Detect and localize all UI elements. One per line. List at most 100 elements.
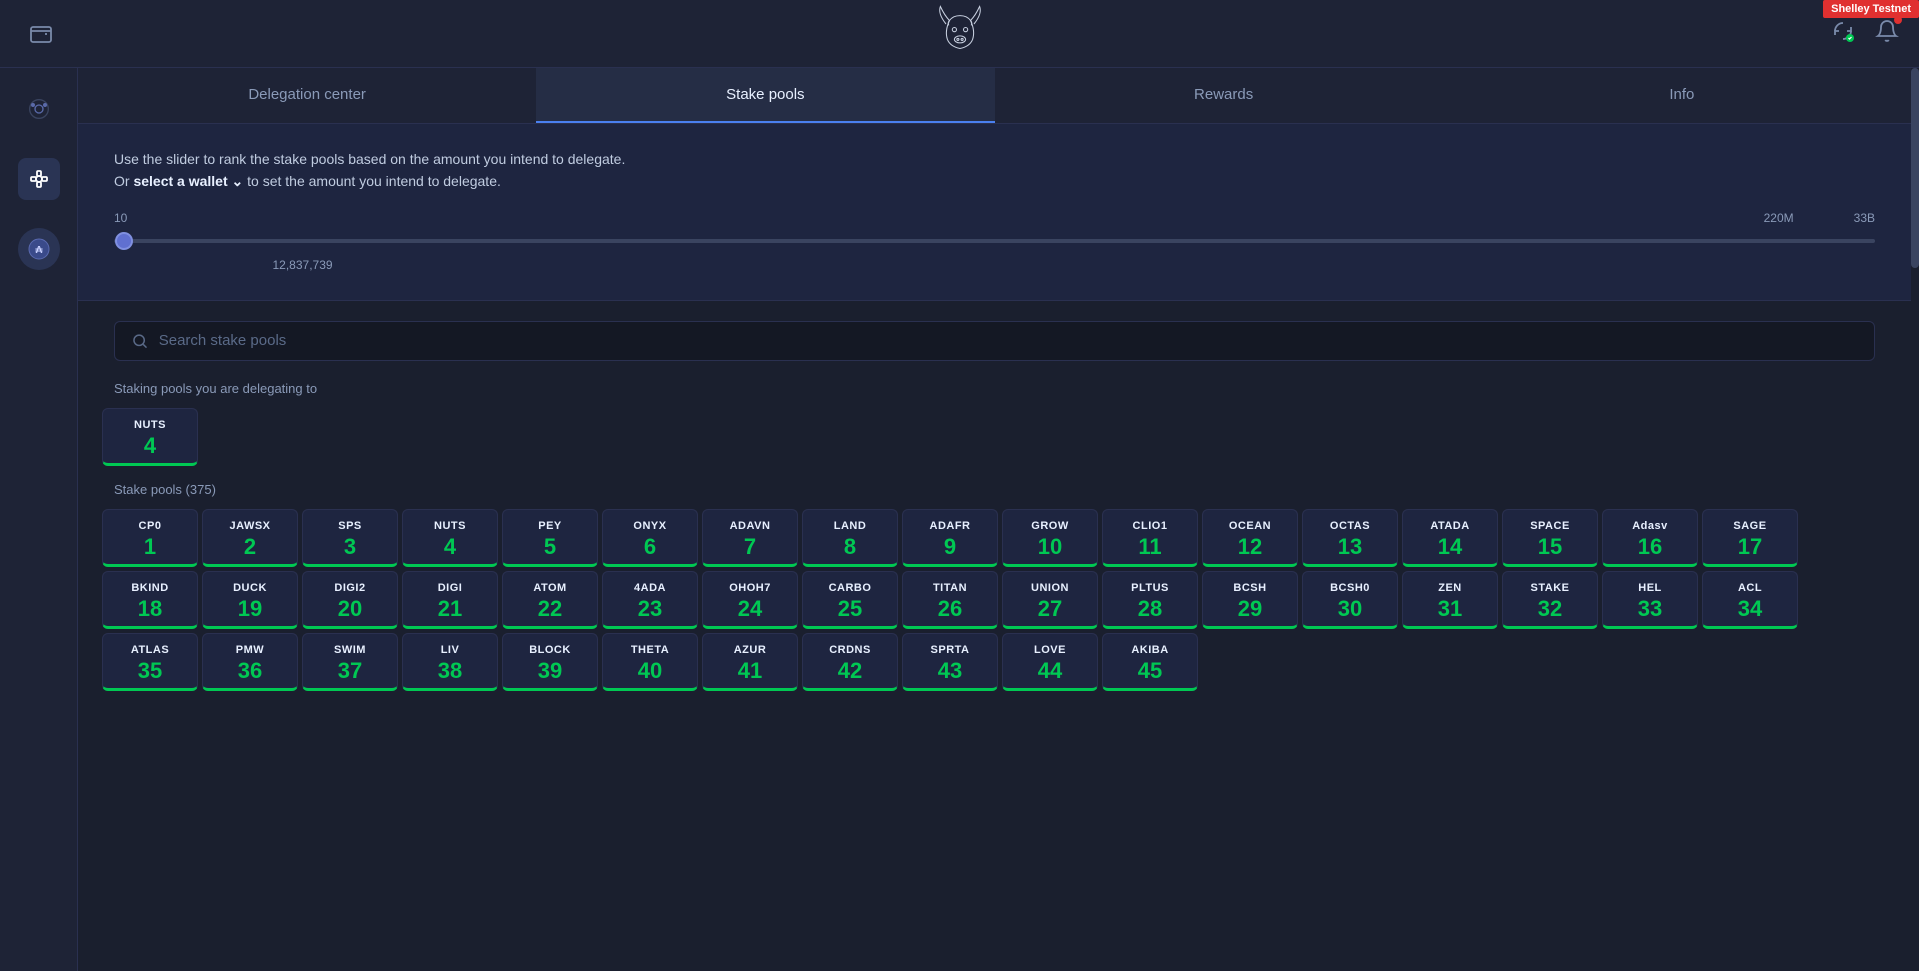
pool-number: 40 (638, 660, 662, 682)
pool-card-acl[interactable]: ACL 34 (1702, 571, 1798, 629)
pool-card-sprta[interactable]: SPRTA 43 (902, 633, 998, 691)
topbar: Shelley Testnet (0, 0, 1919, 68)
pool-name: ONYX (633, 520, 666, 532)
pool-number: 5 (544, 536, 556, 558)
delegation-amount-slider[interactable] (114, 231, 1875, 251)
pool-card-land[interactable]: LAND 8 (802, 509, 898, 567)
pool-card-pmw[interactable]: PMW 36 (202, 633, 298, 691)
sidebar-ada-icon[interactable]: ₳ (18, 228, 60, 270)
scroll-area[interactable]: Use the slider to rank the stake pools b… (78, 124, 1911, 971)
pool-card-space[interactable]: SPACE 15 (1502, 509, 1598, 567)
scrollbar-thumb[interactable] (1911, 68, 1919, 268)
pool-card-jawsx[interactable]: JAWSX 2 (202, 509, 298, 567)
sidebar-spinner (18, 88, 60, 130)
delegating-pool-card-nuts[interactable]: NUTS 4 (102, 408, 198, 466)
stake-pools-section-label: Stake pools (375) (78, 482, 1911, 509)
pool-card-onyx[interactable]: ONYX 6 (602, 509, 698, 567)
pool-card-atom[interactable]: ATOM 22 (502, 571, 598, 629)
tab-info[interactable]: Info (1453, 68, 1911, 123)
pool-number: 33 (1638, 598, 1662, 620)
wallet-icon[interactable] (20, 13, 62, 55)
pool-name: GROW (1031, 520, 1068, 532)
pool-card-union[interactable]: UNION 27 (1002, 571, 1098, 629)
select-wallet-link[interactable]: select a wallet ⌄ (133, 173, 243, 189)
pool-card-octas[interactable]: OCTAS 13 (1302, 509, 1398, 567)
pool-card-duck[interactable]: DUCK 19 (202, 571, 298, 629)
pool-card-clio1[interactable]: CLIO1 11 (1102, 509, 1198, 567)
pool-card-bcsh[interactable]: BCSH 29 (1202, 571, 1298, 629)
pool-card-titan[interactable]: TITAN 26 (902, 571, 998, 629)
tab-rewards[interactable]: Rewards (995, 68, 1453, 123)
pool-number: 43 (938, 660, 962, 682)
pool-card-azur[interactable]: AZUR 41 (702, 633, 798, 691)
pool-name: SPACE (1530, 520, 1570, 532)
delegating-section-label: Staking pools you are delegating to (78, 381, 1911, 408)
pool-name: PEY (538, 520, 562, 532)
pool-card-atlas[interactable]: ATLAS 35 (102, 633, 198, 691)
pool-card-nuts[interactable]: NUTS 4 (402, 509, 498, 567)
pool-name: OHOH7 (729, 582, 771, 594)
pool-name: JAWSX (229, 520, 270, 532)
pool-card-theta[interactable]: THETA 40 (602, 633, 698, 691)
tab-stake-pools[interactable]: Stake pools (536, 68, 994, 123)
pool-card-crdns[interactable]: CRDNS 42 (802, 633, 898, 691)
pool-card-sps[interactable]: SPS 3 (302, 509, 398, 567)
pool-card-digi2[interactable]: DIGI2 20 (302, 571, 398, 629)
pool-card-digi[interactable]: DIGI 21 (402, 571, 498, 629)
pool-name: CP0 (139, 520, 162, 532)
pool-number: 28 (1138, 598, 1162, 620)
right-scrollbar[interactable] (1911, 68, 1919, 971)
pool-name: ADAVN (730, 520, 771, 532)
pool-card-pey[interactable]: PEY 5 (502, 509, 598, 567)
pool-card-adasv[interactable]: Adasv 16 (1602, 509, 1698, 567)
pool-name: SWIM (334, 644, 366, 656)
pool-name: NUTS (434, 520, 466, 532)
pool-number: 10 (1038, 536, 1062, 558)
pool-number: 34 (1738, 598, 1762, 620)
pool-number: 20 (338, 598, 362, 620)
pool-card-zen[interactable]: ZEN 31 (1402, 571, 1498, 629)
pool-card-cp0[interactable]: CP0 1 (102, 509, 198, 567)
tab-delegation-center[interactable]: Delegation center (78, 68, 536, 123)
pool-card-sage[interactable]: SAGE 17 (1702, 509, 1798, 567)
pool-name: SPS (338, 520, 362, 532)
pool-name: PLTUS (1131, 582, 1169, 594)
pool-card-stake[interactable]: STAKE 32 (1502, 571, 1598, 629)
pool-name: LOVE (1034, 644, 1066, 656)
sidebar-settings-icon[interactable] (18, 158, 60, 200)
pool-number: 2 (244, 536, 256, 558)
pool-number: 45 (1138, 660, 1162, 682)
pool-card-atada[interactable]: ATADA 14 (1402, 509, 1498, 567)
pool-card-block[interactable]: BLOCK 39 (502, 633, 598, 691)
pool-card-adavn[interactable]: ADAVN 7 (702, 509, 798, 567)
pool-number: 3 (344, 536, 356, 558)
notification-icon[interactable] (1875, 19, 1899, 48)
pool-card-pltus[interactable]: PLTUS 28 (1102, 571, 1198, 629)
pool-grid: CP0 1 JAWSX 2 SPS 3 NUTS 4 PEY 5 ONYX 6 … (78, 509, 1911, 707)
pool-card-4ada[interactable]: 4ADA 23 (602, 571, 698, 629)
pool-number: 13 (1338, 536, 1362, 558)
pool-card-akiba[interactable]: AKIBA 45 (1102, 633, 1198, 691)
pool-name: THETA (631, 644, 669, 656)
pool-name: CARBO (829, 582, 872, 594)
pool-number: 4 (444, 536, 456, 558)
pool-card-hel[interactable]: HEL 33 (1602, 571, 1698, 629)
main-content: Delegation center Stake pools Rewards In… (78, 68, 1911, 971)
pool-card-carbo[interactable]: CARBO 25 (802, 571, 898, 629)
pool-card-bkind[interactable]: BKIND 18 (102, 571, 198, 629)
delegating-pool-name: NUTS (134, 419, 166, 431)
search-input[interactable] (159, 332, 1858, 349)
pool-card-love[interactable]: LOVE 44 (1002, 633, 1098, 691)
pool-card-ohoh7[interactable]: OHOH7 24 (702, 571, 798, 629)
pool-card-adafr[interactable]: ADAFR 9 (902, 509, 998, 567)
sync-icon[interactable] (1831, 19, 1855, 48)
pool-card-swim[interactable]: SWIM 37 (302, 633, 398, 691)
topbar-left (20, 13, 62, 55)
pool-card-ocean[interactable]: OCEAN 12 (1202, 509, 1298, 567)
pool-card-liv[interactable]: LIV 38 (402, 633, 498, 691)
pool-name: BKIND (131, 582, 168, 594)
pool-name: DIGI (438, 582, 463, 594)
pool-card-grow[interactable]: GROW 10 (1002, 509, 1098, 567)
pool-number: 19 (238, 598, 262, 620)
pool-card-bcsh0[interactable]: BCSH0 30 (1302, 571, 1398, 629)
